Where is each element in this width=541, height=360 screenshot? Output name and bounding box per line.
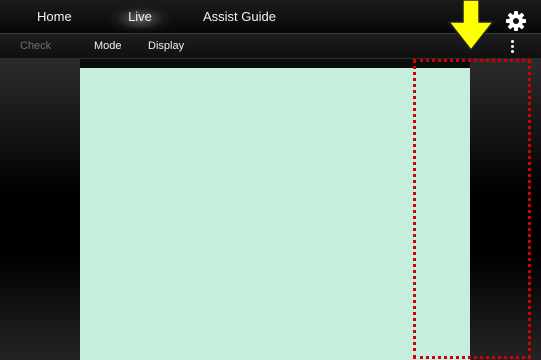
display-button[interactable]: Display [148, 34, 184, 59]
main-content-area [0, 59, 541, 360]
gear-icon [506, 11, 526, 31]
tab-live[interactable]: Live [107, 0, 173, 34]
right-side-panel[interactable] [470, 59, 541, 360]
tab-assist-guide[interactable]: Assist Guide [203, 0, 293, 34]
check-button[interactable]: Check [20, 34, 51, 59]
camera-remote-app: Home Live Assist Guide Check Mode Displa… [0, 0, 541, 360]
mode-button[interactable]: Mode [94, 34, 122, 59]
live-view-display[interactable] [80, 68, 470, 360]
tab-home[interactable]: Home [37, 0, 87, 34]
settings-button[interactable] [503, 8, 529, 34]
more-options-button[interactable] [502, 34, 522, 59]
left-side-panel [0, 59, 80, 360]
secondary-toolbar: Check Mode Display [0, 34, 541, 59]
top-navigation-bar: Home Live Assist Guide [0, 0, 541, 34]
